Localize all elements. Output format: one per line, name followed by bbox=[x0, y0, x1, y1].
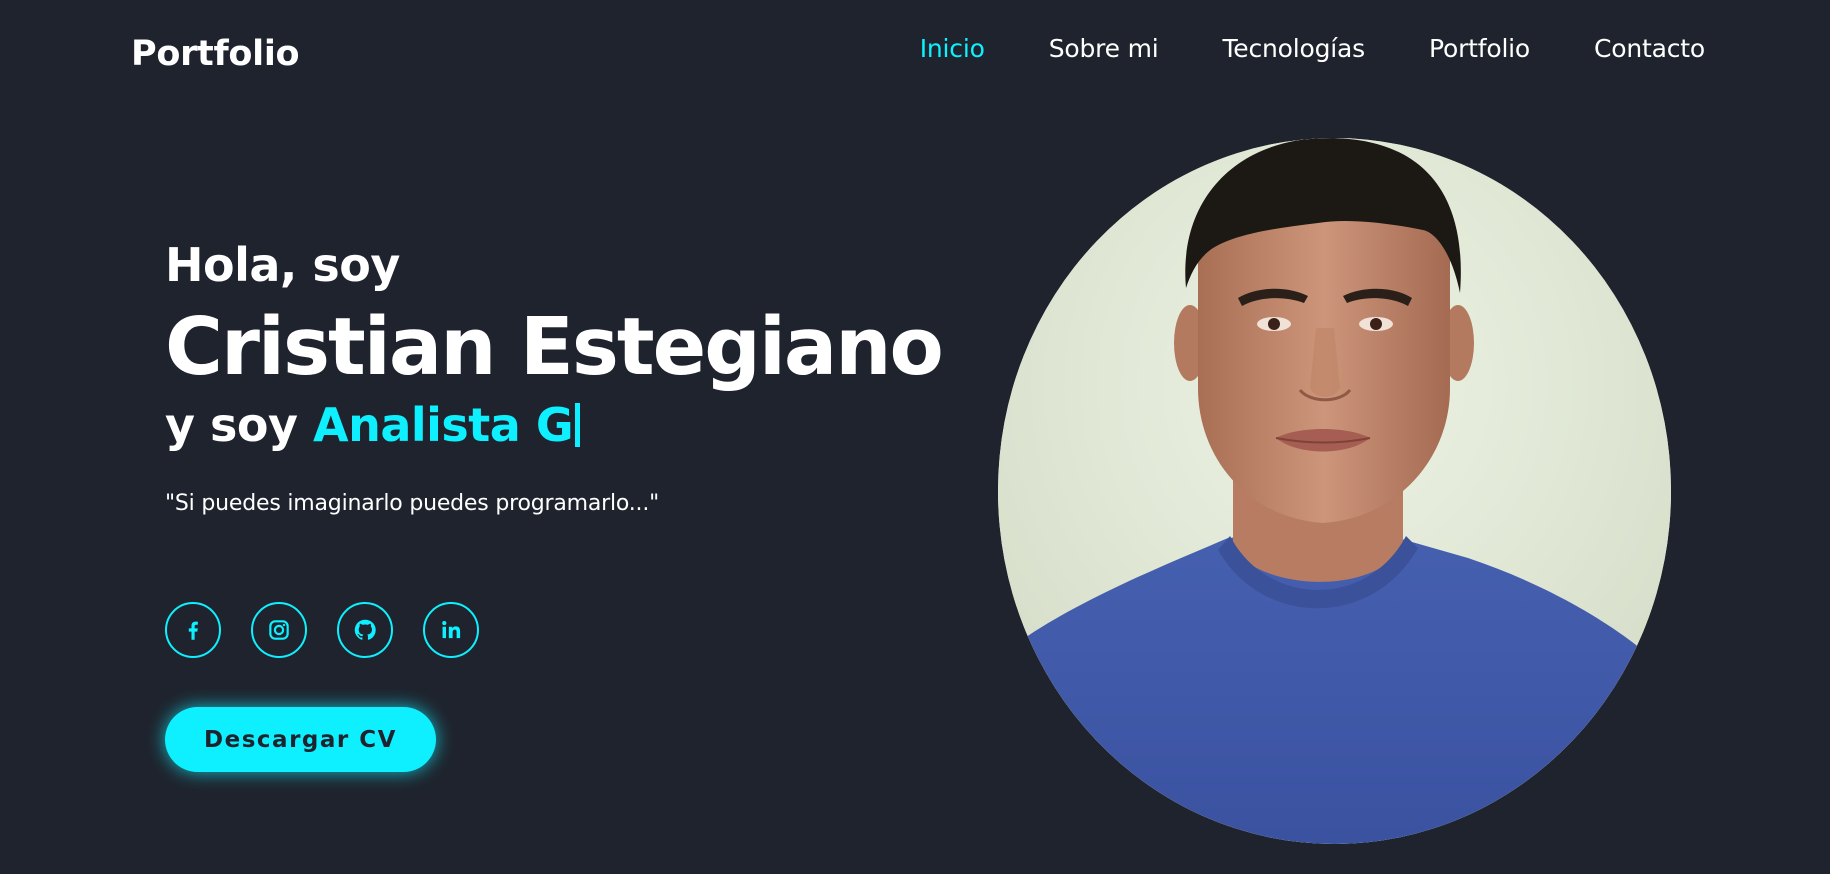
linkedin-link[interactable] bbox=[423, 602, 479, 658]
nav-link-sobre-mi[interactable]: Sobre mi bbox=[1049, 34, 1159, 63]
typing-cursor bbox=[575, 402, 581, 447]
facebook-icon bbox=[188, 621, 198, 640]
hero-quote: "Si puedes imaginarlo puedes programarlo… bbox=[165, 490, 660, 516]
download-cv-button[interactable]: Descargar CV bbox=[165, 707, 436, 772]
role-prefix: y soy bbox=[165, 397, 298, 452]
github-link[interactable] bbox=[337, 602, 393, 658]
linkedin-icon bbox=[442, 621, 461, 639]
nav-link-tecnologias[interactable]: Tecnologías bbox=[1222, 34, 1365, 63]
instagram-icon bbox=[269, 620, 289, 640]
instagram-link[interactable] bbox=[251, 602, 307, 658]
role-typed-text: Analista G bbox=[312, 397, 574, 452]
nav-link-inicio[interactable]: Inicio bbox=[920, 34, 985, 63]
hero-name: Cristian Estegiano bbox=[165, 300, 944, 393]
site-logo[interactable]: Portfolio bbox=[131, 34, 300, 74]
hero-greeting: Hola, soy bbox=[165, 238, 400, 292]
nav-link-contacto[interactable]: Contacto bbox=[1594, 34, 1705, 63]
facebook-link[interactable] bbox=[165, 602, 221, 658]
site-header: Portfolio Inicio Sobre mi Tecnologías Po… bbox=[0, 0, 1830, 110]
github-icon bbox=[354, 619, 376, 640]
main-nav: Inicio Sobre mi Tecnologías Portfolio Co… bbox=[856, 34, 1705, 63]
profile-photo bbox=[998, 138, 1671, 844]
hero-role: y soy Analista G bbox=[165, 400, 985, 451]
profile-photo-image bbox=[998, 138, 1671, 844]
nav-link-portfolio[interactable]: Portfolio bbox=[1429, 34, 1530, 63]
social-links bbox=[165, 602, 509, 658]
hero-section: Hola, soy Cristian Estegiano y soy Anali… bbox=[165, 240, 985, 516]
